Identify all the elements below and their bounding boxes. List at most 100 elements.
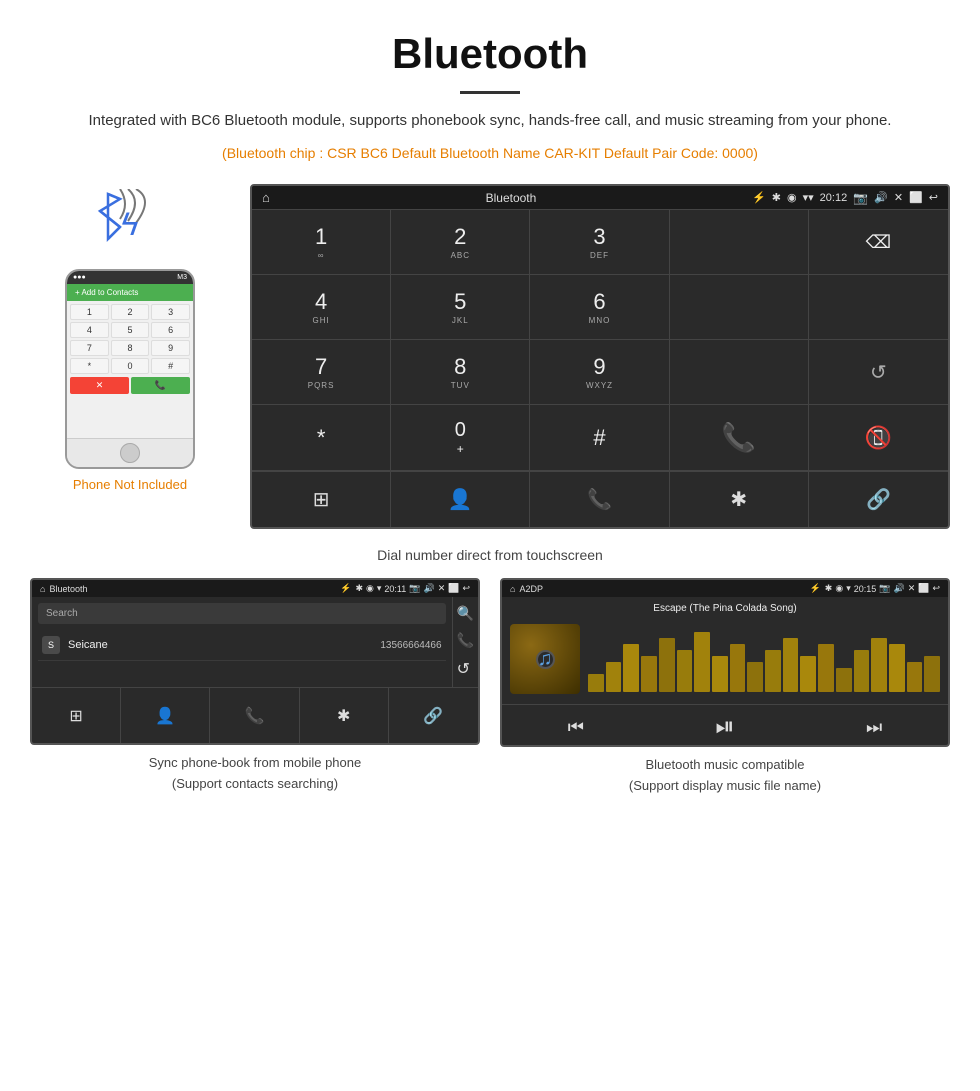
phone-key-2[interactable]: 2 — [111, 304, 150, 320]
phone-key-5[interactable]: 5 — [111, 322, 150, 338]
eq-bar-5 — [677, 650, 693, 692]
dial-call-button[interactable]: 📞 — [670, 405, 809, 471]
search-placeholder: Search — [46, 608, 78, 619]
eq-bar-17 — [889, 644, 905, 692]
dial-key-0[interactable]: 0+ — [391, 405, 530, 471]
dial-key-4[interactable]: 4 GHI — [252, 275, 391, 340]
contact-name: Seicane — [68, 639, 380, 651]
phonebook-screen: ⌂ Bluetooth ⚡ ✱ ◉ ▾ 20:11 📷 🔊 ✕ ⬜ ↩ — [30, 578, 480, 745]
phone-header: + Add to Contacts — [67, 284, 193, 301]
dial-key-1[interactable]: 1 ∞ — [252, 210, 391, 275]
car-back-icon[interactable]: ↩ — [929, 191, 938, 204]
dial-end-button[interactable]: 📵 — [809, 405, 948, 471]
music-usb-icon: ⚡ — [810, 583, 821, 594]
pb-search-icon[interactable]: 🔍 — [457, 605, 474, 622]
bottom-link-icon[interactable]: 🔗 — [809, 472, 948, 527]
pb-bottom-bt[interactable]: ✱ — [300, 688, 389, 743]
phone-key-hash[interactable]: # — [151, 358, 190, 374]
phone-key-1[interactable]: 1 — [70, 304, 109, 320]
dialpad-row-4: * 0+ # 📞 📵 — [252, 405, 948, 471]
dial-backspace[interactable]: ⌫ — [809, 210, 948, 275]
phone-call-btn[interactable]: 📞 — [131, 377, 190, 394]
pb-bottom-contacts[interactable]: 👤 — [121, 688, 210, 743]
car-home-icon[interactable]: ⌂ — [262, 190, 270, 205]
pb-status-icons: ✱ ◉ ▾ 20:11 📷 🔊 ✕ ⬜ ↩ — [355, 583, 470, 594]
bottom-bluetooth-icon[interactable]: ✱ — [670, 472, 809, 527]
pb-bottom-link[interactable]: 🔗 — [389, 688, 478, 743]
pb-sig-icon: ▾ — [377, 583, 382, 594]
music-title-area: Escape (The Pina Colada Song) — [502, 597, 948, 624]
dial-key-2[interactable]: 2 ABC — [391, 210, 530, 275]
pb-camera: 📷 — [409, 583, 420, 594]
phone-key-3[interactable]: 3 — [151, 304, 190, 320]
song-title: Escape (The Pina Colada Song) — [510, 603, 940, 614]
main-caption: Dial number direct from touchscreen — [0, 539, 980, 578]
dial-key-star[interactable]: * — [252, 405, 391, 471]
music-x[interactable]: ✕ — [908, 583, 916, 594]
car-screen-statusbar: ⌂ Bluetooth ⚡ ✱ ◉ ▾▾ 20:12 📷 🔊 ✕ ⬜ ↩ — [252, 186, 948, 209]
prev-button[interactable]: ⏮ — [568, 717, 584, 738]
phone-key-4[interactable]: 4 — [70, 322, 109, 338]
phone-key-9[interactable]: 9 — [151, 340, 190, 356]
car-close-icon[interactable]: ✕ — [894, 191, 903, 204]
dial-key-hash[interactable]: # — [530, 405, 669, 471]
phone-key-0[interactable]: 0 — [111, 358, 150, 374]
play-pause-button[interactable]: ⏯ — [715, 713, 734, 741]
eq-bar-11 — [783, 638, 799, 692]
dial-key-8[interactable]: 8 TUV — [391, 340, 530, 405]
phonebook-list-area: Search S Seicane 13566664466 — [32, 597, 452, 687]
bottom-apps-icon[interactable]: ⊞ — [252, 472, 391, 527]
pb-x[interactable]: ✕ — [438, 583, 446, 594]
bottom-contacts-icon[interactable]: 👤 — [391, 472, 530, 527]
phone-key-6[interactable]: 6 — [151, 322, 190, 338]
bottom-phone-icon[interactable]: 📞 — [530, 472, 669, 527]
music-home-icon[interactable]: ⌂ — [510, 584, 515, 594]
search-bar[interactable]: Search — [38, 603, 446, 624]
pb-bottom-phone[interactable]: 📞 — [210, 688, 299, 743]
pb-home-icon[interactable]: ⌂ — [40, 584, 45, 594]
dial-key-5[interactable]: 5 JKL — [391, 275, 530, 340]
music-controls: ⏮ ⏯ ⏭ — [502, 704, 948, 745]
dial-key-9[interactable]: 9 WXYZ — [530, 340, 669, 405]
phone-carrier: ●●● — [73, 274, 86, 281]
dial-refresh-icon[interactable]: ↺ — [809, 340, 948, 405]
dial-empty-4 — [670, 340, 809, 405]
car-location-icon: ◉ — [787, 191, 797, 204]
pb-screen-title: Bluetooth — [49, 584, 336, 594]
contact-row[interactable]: S Seicane 13566664466 — [38, 630, 446, 661]
car-window-icon[interactable]: ⬜ — [909, 191, 923, 204]
music-loc-icon: ◉ — [835, 583, 843, 594]
eq-bar-16 — [871, 638, 887, 692]
eq-bar-10 — [765, 650, 781, 692]
dialpad-bottom-row: ⊞ 👤 📞 ✱ 🔗 — [252, 471, 948, 527]
dialpad-row-1: 1 ∞ 2 ABC 3 DEF ⌫ — [252, 209, 948, 275]
phone-end-call[interactable]: ✕ — [70, 377, 129, 394]
pb-win[interactable]: ⬜ — [448, 583, 459, 594]
phone-mockup: ●●● M3 + Add to Contacts 1 2 3 4 5 6 7 — [65, 269, 195, 469]
music-screen-title: A2DP — [519, 584, 805, 594]
dial-key-3[interactable]: 3 DEF — [530, 210, 669, 275]
pb-refresh-icon[interactable]: ↺ — [457, 659, 474, 679]
eq-bar-19 — [924, 656, 940, 692]
car-dial-screen: ⌂ Bluetooth ⚡ ✱ ◉ ▾▾ 20:12 📷 🔊 ✕ ⬜ ↩ 1 ∞… — [250, 184, 950, 529]
pb-bottom-apps[interactable]: ⊞ — [32, 688, 121, 743]
next-button[interactable]: ⏭ — [866, 717, 882, 738]
phone-key-star[interactable]: * — [70, 358, 109, 374]
phonebook-content-area: Search S Seicane 13566664466 🔍 📞 ↺ — [32, 597, 478, 687]
pb-call-side-icon[interactable]: 📞 — [457, 632, 474, 649]
dial-key-7[interactable]: 7 PQRS — [252, 340, 391, 405]
eq-bar-14 — [836, 668, 852, 692]
eq-bar-18 — [907, 662, 923, 692]
phone-key-7[interactable]: 7 — [70, 340, 109, 356]
car-screen-title: Bluetooth — [276, 191, 746, 205]
dial-empty-2 — [670, 275, 809, 340]
pb-back[interactable]: ↩ — [462, 583, 470, 594]
phone-key-8[interactable]: 8 — [111, 340, 150, 356]
music-win[interactable]: ⬜ — [918, 583, 929, 594]
phone-home-button[interactable] — [120, 443, 140, 463]
music-back[interactable]: ↩ — [932, 583, 940, 594]
phone-dial-row-4: * 0 # — [70, 358, 190, 374]
main-content-area: ϟ ●●● M3 + Add to Contacts — [0, 174, 980, 539]
dial-key-6[interactable]: 6 MNO — [530, 275, 669, 340]
music-screen: ⌂ A2DP ⚡ ✱ ◉ ▾ 20:15 📷 🔊 ✕ ⬜ ↩ Escape (T… — [500, 578, 950, 747]
